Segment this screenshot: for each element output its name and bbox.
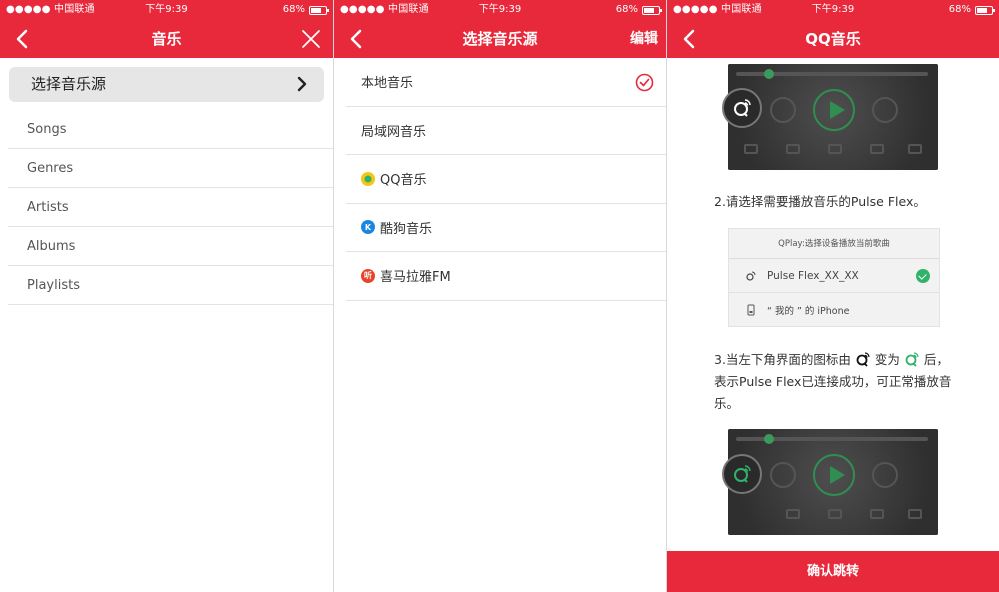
page-title: 音乐 [151, 30, 182, 48]
list-item-playlists[interactable]: Playlists [8, 266, 333, 305]
kugou-logo-icon: K [361, 220, 375, 235]
status-bar: ●●●●● 中国联通 下午9:39 68% [0, 0, 333, 20]
battery-icon [309, 5, 329, 15]
device-option-iphone[interactable]: “ 我的 ” 的 iPhone [729, 293, 939, 327]
source-label: 局域网音乐 [361, 124, 427, 140]
source-item-local[interactable]: 本地音乐 [346, 58, 666, 107]
source-label: 酷狗音乐 [380, 221, 433, 237]
page-title: QQ音乐 [805, 30, 861, 48]
shuffle-icon [786, 509, 800, 519]
battery-icon [642, 5, 662, 15]
source-item-kugou[interactable]: K 酷狗音乐 [346, 204, 666, 252]
step-2-text: 2.请选择需要播放音乐的Pulse Flex。 [714, 194, 926, 209]
music-screen: ●●●●● 中国联通 下午9:39 68% 音乐 选择音乐源 Songs Gen… [0, 0, 333, 592]
progress-bar [736, 434, 928, 444]
confirm-jump-button[interactable]: 确认跳转 [667, 551, 999, 592]
nav-bar: 选择音乐源 编辑 [334, 20, 666, 58]
source-list: 本地音乐 局域网音乐 QQ音乐 K 酷狗音乐 听 喜马拉雅FM [346, 58, 666, 301]
qq-music-logo-icon [361, 171, 375, 186]
more-icon [908, 144, 922, 154]
select-source-screen: ●●●●● 中国联通 下午9:39 68% 选择音乐源 编辑 本地音乐 局域网音… [334, 0, 666, 592]
device-label: Pulse Flex_XX_XX [767, 269, 859, 282]
qplay-device-dialog: QPlay:选择设备播放当前歌曲 Pulse Flex_XX_XX “ 我的 ”… [728, 228, 940, 327]
list-item-genres[interactable]: Genres [8, 149, 333, 188]
close-icon[interactable] [301, 29, 321, 49]
download-icon [828, 509, 842, 519]
source-label: 喜马拉雅FM [380, 270, 451, 286]
ximalaya-logo-icon: 听 [361, 268, 375, 283]
progress-bar [736, 69, 928, 79]
edit-button[interactable]: 编辑 [630, 20, 658, 58]
source-item-ximalaya[interactable]: 听 喜马拉雅FM [346, 252, 666, 301]
prev-icon [770, 462, 796, 488]
nav-bar: QQ音乐 [667, 20, 999, 58]
battery-icon [975, 5, 995, 15]
battery-indicator: 68% [283, 0, 329, 20]
qplay-icon [746, 271, 756, 281]
comment-icon [870, 144, 884, 154]
comment-icon [870, 509, 884, 519]
library-list: Songs Genres Artists Albums Playlists [8, 110, 333, 305]
device-label: “ 我的 ” 的 iPhone [767, 306, 850, 317]
shuffle-icon [786, 144, 800, 154]
qplay-icon-disconnected [722, 88, 762, 128]
source-label: QQ音乐 [380, 173, 427, 189]
select-source-label: 选择音乐源 [31, 75, 107, 93]
chevron-right-icon [297, 76, 307, 92]
download-icon [828, 144, 842, 154]
list-item-albums[interactable]: Albums [8, 227, 333, 266]
battery-indicator: 68% [949, 0, 995, 20]
step-3-text: 3.当左下角界面的图标由 变为 后，表示Pulse Flex已连接成功，可正常播… [714, 352, 952, 411]
heart-icon [744, 144, 758, 154]
play-icon [813, 454, 855, 496]
qq-music-guide-screen: ●●●●● 中国联通 下午9:39 68% QQ音乐 2.请选择需要播放音乐的P… [667, 0, 999, 592]
list-item-songs[interactable]: Songs [8, 110, 333, 149]
status-bar: ●●●●● 中国联通 下午9:39 68% [667, 0, 999, 20]
page-title: 选择音乐源 [462, 30, 538, 48]
source-item-lan[interactable]: 局域网音乐 [346, 107, 666, 155]
nav-bar: 音乐 [0, 20, 333, 58]
check-icon [916, 269, 930, 283]
check-circle-icon [635, 73, 654, 92]
more-icon [908, 509, 922, 519]
source-item-qq[interactable]: QQ音乐 [346, 155, 666, 204]
select-source-button[interactable]: 选择音乐源 [9, 67, 324, 102]
prev-icon [770, 97, 796, 123]
qplay-black-icon [856, 352, 870, 367]
phone-icon [747, 304, 755, 316]
list-item-artists[interactable]: Artists [8, 188, 333, 227]
play-icon [813, 89, 855, 131]
screenshot-stage: ●●●●● 中国联通 下午9:39 68% 音乐 选择音乐源 Songs Gen… [0, 0, 999, 592]
source-label: 本地音乐 [361, 76, 414, 92]
qplay-green-icon [905, 352, 919, 367]
status-bar: ●●●●● 中国联通 下午9:39 68% [334, 0, 666, 20]
battery-indicator: 68% [616, 0, 662, 20]
qplay-icon-connected [722, 454, 762, 494]
next-icon [872, 462, 898, 488]
next-icon [872, 97, 898, 123]
device-option-pulse-flex[interactable]: Pulse Flex_XX_XX [729, 259, 939, 293]
dialog-title: QPlay:选择设备播放当前歌曲 [729, 229, 939, 259]
